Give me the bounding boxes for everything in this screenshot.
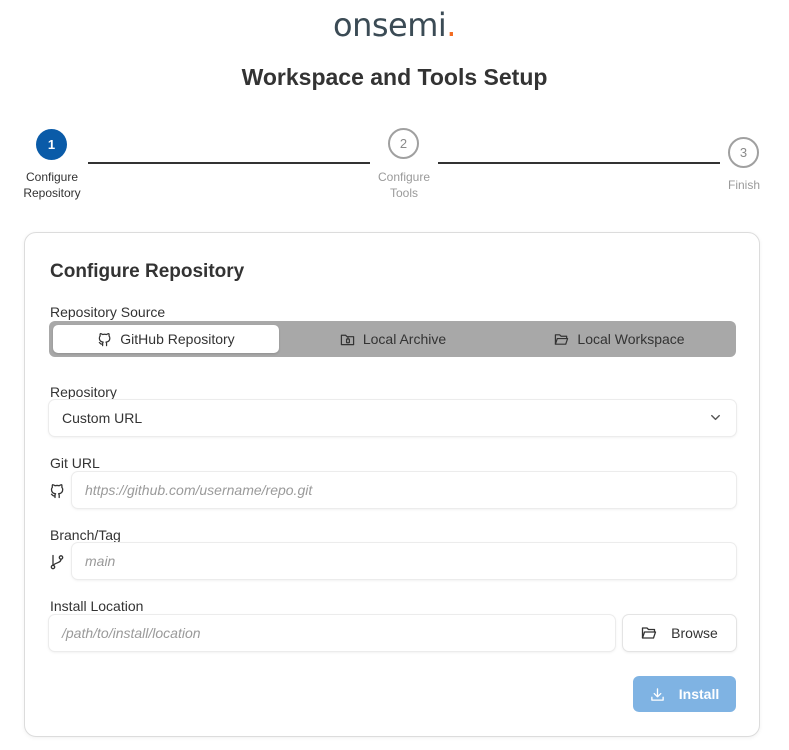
branch-tag-input[interactable]: main (72, 543, 736, 579)
step-connector-2 (438, 162, 720, 164)
step-1-label: Configure Repository (23, 170, 81, 200)
repository-source-segmented-control: GitHub Repository Local Archive Local Wo… (49, 321, 736, 357)
install-location-label: Install Location (50, 598, 144, 614)
git-url-label: Git URL (50, 455, 100, 471)
source-option-local-archive[interactable]: Local Archive (279, 325, 507, 353)
browse-button[interactable]: Browse (623, 615, 736, 651)
onsemi-logo: onsemi. (0, 6, 789, 44)
logo-text: onsemi. (333, 6, 456, 44)
folder-open-icon (642, 627, 657, 639)
download-icon (650, 687, 664, 701)
logo-dot: . (446, 6, 456, 44)
folder-open-icon (555, 333, 569, 345)
branch-tag-label: Branch/Tag (50, 527, 121, 543)
source-option-local-archive-label: Local Archive (362, 331, 447, 347)
step-connector-1 (88, 162, 370, 164)
browse-button-label: Browse (671, 625, 718, 641)
configure-repository-card: Configure Repository Repository Source G… (24, 232, 760, 737)
step-3-label: Finish (727, 178, 760, 192)
source-option-github[interactable]: GitHub Repository (53, 325, 279, 353)
archive-folder-icon (340, 334, 355, 345)
install-button-label: Install (678, 686, 720, 702)
card-title: Configure Repository (50, 261, 245, 282)
install-location-input[interactable]: /path/to/install/location (49, 615, 615, 651)
git-url-input[interactable]: https://github.com/username/repo.git (72, 472, 736, 508)
step-1-circle: 1 (36, 129, 67, 160)
repository-select-value: Custom URL (62, 410, 143, 426)
repository-label: Repository (50, 384, 117, 400)
github-icon (50, 484, 64, 499)
repository-source-label: Repository Source (50, 304, 166, 320)
install-button[interactable]: Install (633, 676, 736, 712)
step-2-label: Configure Tools (377, 170, 431, 200)
source-option-github-label: GitHub Repository (120, 331, 235, 347)
git-branch-icon (50, 554, 64, 570)
source-option-local-workspace-label: Local Workspace (577, 331, 685, 347)
repository-select[interactable]: Custom URL (49, 400, 736, 436)
github-icon (99, 332, 111, 346)
page-title: Workspace and Tools Setup (241, 64, 548, 90)
source-option-local-workspace[interactable]: Local Workspace (507, 325, 732, 353)
step-3-circle: 3 (728, 137, 759, 168)
step-2-circle: 2 (388, 128, 419, 159)
chevron-down-icon (711, 414, 720, 421)
